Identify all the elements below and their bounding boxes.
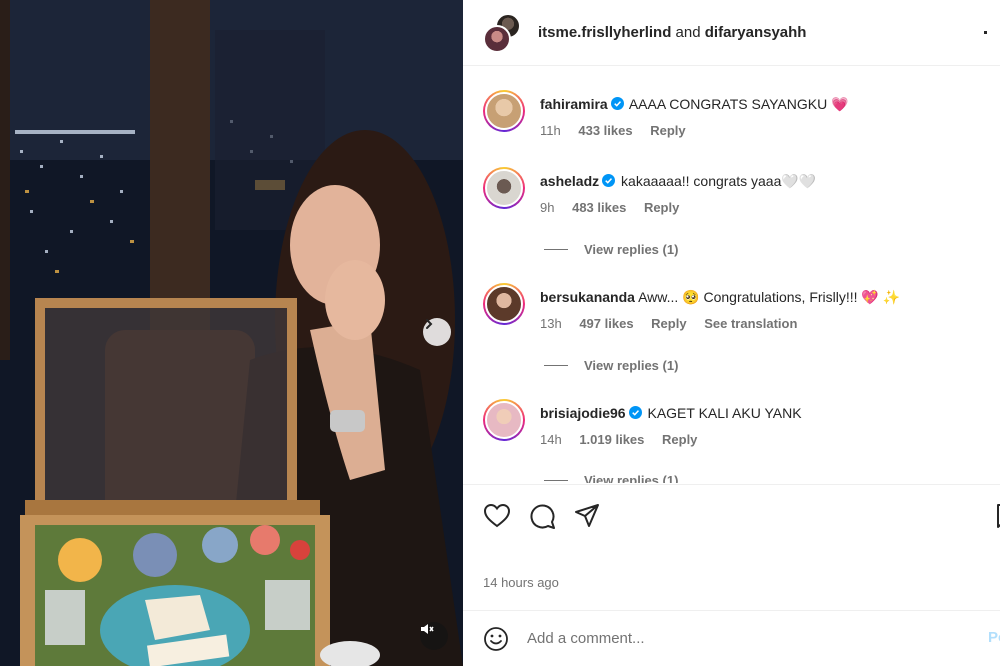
comment-likes[interactable]: 433 likes bbox=[578, 123, 632, 138]
author-username[interactable]: difaryansyahh bbox=[705, 24, 807, 41]
post-header: itsme.frisllyherlind and difaryansyahh bbox=[463, 0, 1000, 66]
comment-likes[interactable]: 497 likes bbox=[579, 316, 633, 331]
emoji-icon[interactable] bbox=[483, 626, 509, 652]
verified-badge-icon bbox=[610, 97, 624, 110]
reply-button[interactable]: Reply bbox=[650, 123, 685, 138]
divider bbox=[544, 249, 568, 250]
see-translation-button[interactable]: See translation bbox=[704, 316, 797, 331]
comment-icon[interactable] bbox=[528, 502, 556, 530]
collab-avatars[interactable] bbox=[483, 12, 523, 53]
verified-badge-icon bbox=[628, 406, 642, 419]
comment-text: Aww... 🥺 Congratulations, Frislly!!! 💖 ✨ bbox=[638, 289, 901, 305]
photo-illustration bbox=[0, 0, 463, 666]
reply-button[interactable]: Reply bbox=[662, 432, 697, 447]
comment-time: 11h bbox=[540, 123, 561, 138]
comment-likes[interactable]: 483 likes bbox=[572, 200, 626, 215]
divider bbox=[544, 480, 568, 481]
comment-text: AAAA CONGRATS SAYANGKU 💗 bbox=[628, 96, 849, 112]
comment-time: 14h bbox=[540, 432, 562, 447]
divider bbox=[544, 365, 568, 366]
post-authors: itsme.frisllyherlind and difaryansyahh bbox=[538, 24, 806, 41]
view-replies-button[interactable]: View replies (1) bbox=[544, 473, 678, 483]
speaker-muted-icon bbox=[421, 624, 434, 634]
avatar[interactable] bbox=[483, 90, 525, 132]
comment-input[interactable] bbox=[527, 630, 967, 647]
comment-text: KAGET KALI AKU YANK bbox=[647, 405, 802, 421]
view-replies-button[interactable]: View replies (1) bbox=[544, 358, 678, 373]
bookmark-icon[interactable] bbox=[993, 502, 1000, 530]
next-photo-button[interactable] bbox=[423, 318, 451, 346]
avatar[interactable] bbox=[483, 167, 525, 209]
comment-username[interactable]: bersukananda bbox=[540, 289, 635, 305]
post-actions: 14 hours ago bbox=[463, 484, 1000, 626]
view-replies-label: View replies (1) bbox=[584, 242, 679, 257]
post-panel: itsme.frisllyherlind and difaryansyahh f… bbox=[463, 0, 1000, 666]
comment-time: 9h bbox=[540, 200, 555, 215]
and-text: and bbox=[675, 24, 701, 41]
reply-button[interactable]: Reply bbox=[651, 316, 686, 331]
avatar[interactable] bbox=[483, 24, 511, 53]
post-comment-button[interactable]: Post bbox=[988, 629, 1000, 646]
avatar[interactable] bbox=[483, 399, 525, 441]
mute-button[interactable] bbox=[420, 622, 448, 650]
comment-likes[interactable]: 1.019 likes bbox=[579, 432, 644, 447]
view-replies-label: View replies (1) bbox=[584, 473, 679, 483]
view-replies-label: View replies (1) bbox=[584, 358, 679, 373]
view-replies-button[interactable]: View replies (1) bbox=[544, 242, 678, 257]
comment-username[interactable]: asheladz bbox=[540, 173, 599, 189]
comments-list[interactable]: fahiramira AAAA CONGRATS SAYANGKU 💗 11h … bbox=[463, 67, 1000, 483]
chevron-right-icon bbox=[426, 319, 433, 329]
avatar[interactable] bbox=[483, 283, 525, 325]
author-username[interactable]: itsme.frisllyherlind bbox=[538, 24, 671, 41]
reply-button[interactable]: Reply bbox=[644, 200, 679, 215]
heart-icon[interactable] bbox=[483, 502, 511, 530]
comment-form: Post bbox=[463, 610, 1000, 666]
post-timestamp[interactable]: 14 hours ago bbox=[483, 575, 559, 590]
comment-time: 13h bbox=[540, 316, 562, 331]
share-icon[interactable] bbox=[573, 502, 601, 530]
comment-text: kakaaaaa!! congrats yaaa🤍🤍 bbox=[621, 173, 817, 189]
comment-username[interactable]: fahiramira bbox=[540, 96, 608, 112]
post-photo bbox=[0, 0, 463, 666]
more-icon[interactable] bbox=[984, 26, 998, 40]
comment-username[interactable]: brisiajodie96 bbox=[540, 405, 626, 421]
verified-badge-icon bbox=[602, 174, 616, 187]
